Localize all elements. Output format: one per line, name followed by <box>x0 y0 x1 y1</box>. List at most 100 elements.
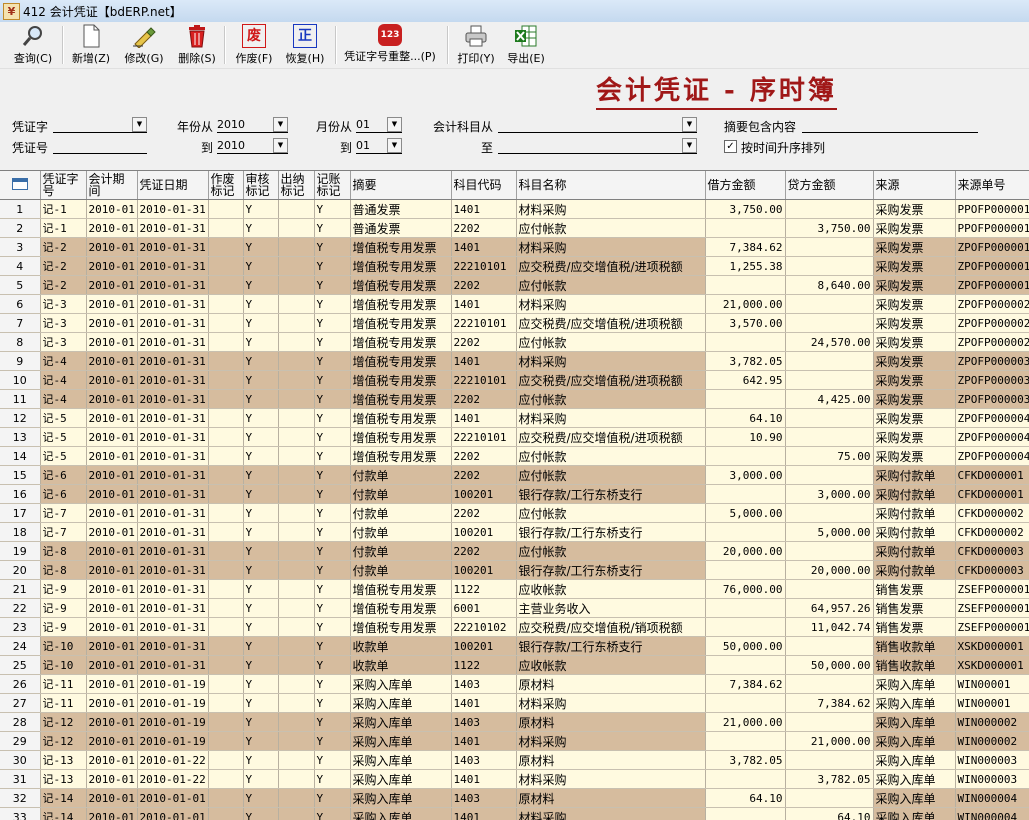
table-row[interactable]: 24记-102010-012010-01-31YY收款单100201银行存款/工… <box>0 637 1029 656</box>
table-row[interactable]: 22记-92010-012010-01-31YY增值税专用发票6001主营业务收… <box>0 599 1029 618</box>
col-header[interactable]: 会计期间 <box>86 171 137 200</box>
voucher-word-combo[interactable]: ▼ <box>53 117 147 133</box>
chevron-down-icon[interactable]: ▼ <box>132 117 147 132</box>
table-row[interactable]: 10记-42010-012010-01-31YY增值税专用发票22210101应… <box>0 371 1029 390</box>
month-from-combo[interactable]: 01 ▼ <box>356 117 402 133</box>
table-cell: Y <box>314 542 350 561</box>
table-row[interactable]: 8记-32010-012010-01-31YY增值税专用发票2202应付帐款24… <box>0 333 1029 352</box>
table-row[interactable]: 16记-62010-012010-01-31YY付款单100201银行存款/工行… <box>0 485 1029 504</box>
table-cell: 22210101 <box>451 257 516 276</box>
col-header[interactable]: 记账标记 <box>314 171 350 200</box>
col-header[interactable]: 凭证日期 <box>137 171 208 200</box>
table-cell: 1403 <box>451 751 516 770</box>
table-row[interactable]: 2记-12010-012010-01-31YY普通发票2202应付帐款3,750… <box>0 219 1029 238</box>
col-header[interactable]: 摘要 <box>350 171 451 200</box>
table-cell: 22210101 <box>451 314 516 333</box>
table-row[interactable]: 23记-92010-012010-01-31YY增值税专用发票22210102应… <box>0 618 1029 637</box>
table-cell: 4,425.00 <box>785 390 873 409</box>
table-row[interactable]: 11记-42010-012010-01-31YY增值税专用发票2202应付帐款4… <box>0 390 1029 409</box>
col-header[interactable]: 科目名称 <box>516 171 705 200</box>
renumber-button[interactable]: 123 凭证字号重整...(P) <box>340 24 440 66</box>
table-row[interactable]: 33记-142010-012010-01-01YY采购入库单1401材料采购64… <box>0 808 1029 820</box>
table-cell: 3,782.05 <box>785 770 873 789</box>
table-row[interactable]: 15记-62010-012010-01-31YY付款单2202应付帐款3,000… <box>0 466 1029 485</box>
table-row[interactable]: 27记-112010-012010-01-19YY采购入库单1401材料采购7,… <box>0 694 1029 713</box>
col-header[interactable]: 作废标记 <box>208 171 243 200</box>
export-button[interactable]: 导出(E) <box>503 24 549 66</box>
table-cell: Y <box>314 580 350 599</box>
col-header[interactable]: 出纳标记 <box>278 171 314 200</box>
table-cell: Y <box>243 694 278 713</box>
account-from-combo[interactable]: ▼ <box>498 117 697 133</box>
table-row[interactable]: 28记-122010-012010-01-19YY采购入库单1403原材料21,… <box>0 713 1029 732</box>
col-header[interactable]: 审核标记 <box>243 171 278 200</box>
table-cell: 2010-01 <box>86 409 137 428</box>
col-header[interactable]: 贷方金额 <box>785 171 873 200</box>
sort-ascending-checkbox[interactable]: ✓ <box>724 140 737 153</box>
print-button[interactable]: 打印(Y) <box>453 24 499 66</box>
table-cell: 采购发票 <box>873 238 955 257</box>
chevron-down-icon[interactable]: ▼ <box>682 138 697 153</box>
table-row[interactable]: 6记-32010-012010-01-31YY增值税专用发票1401材料采购21… <box>0 295 1029 314</box>
query-button[interactable]: 查询(C) <box>10 24 56 66</box>
table-row[interactable]: 21记-92010-012010-01-31YY增值税专用发票1122应收帐款7… <box>0 580 1029 599</box>
col-header[interactable]: 科目代码 <box>451 171 516 200</box>
table-cell: CFKD000001 <box>955 466 1029 485</box>
table-row[interactable]: 13记-52010-012010-01-31YY增值税专用发票22210101应… <box>0 428 1029 447</box>
table-cell: 11,042.74 <box>785 618 873 637</box>
edit-button[interactable]: 修改(G) <box>121 24 167 66</box>
table-row[interactable]: 5记-22010-012010-01-31YY增值税专用发票2202应付帐款8,… <box>0 276 1029 295</box>
table-cell: 3,750.00 <box>705 200 785 219</box>
year-to-combo[interactable]: 2010 ▼ <box>217 138 288 154</box>
table-row[interactable]: 19记-82010-012010-01-31YY付款单2202应付帐款20,00… <box>0 542 1029 561</box>
table-row[interactable]: 32记-142010-012010-01-01YY采购入库单1403原材料64.… <box>0 789 1029 808</box>
voucher-no-field[interactable] <box>53 139 147 154</box>
table-row[interactable]: 12记-52010-012010-01-31YY增值税专用发票1401材料采购6… <box>0 409 1029 428</box>
table-cell: 22210102 <box>451 618 516 637</box>
table-cell: Y <box>314 618 350 637</box>
table-cell: Y <box>314 732 350 751</box>
col-header[interactable]: 来源单号 <box>955 171 1029 200</box>
table-row[interactable]: 30记-132010-012010-01-22YY采购入库单1403原材料3,7… <box>0 751 1029 770</box>
col-header[interactable]: 来源 <box>873 171 955 200</box>
table-cell: 采购发票 <box>873 447 955 466</box>
table-row[interactable]: 29记-122010-012010-01-19YY采购入库单1401材料采购21… <box>0 732 1029 751</box>
table-cell: 增值税专用发票 <box>350 238 451 257</box>
table-cell: 采购发票 <box>873 371 955 390</box>
table-row[interactable]: 18记-72010-012010-01-31YY付款单100201银行存款/工行… <box>0 523 1029 542</box>
table-row[interactable]: 31记-132010-012010-01-22YY采购入库单1401材料采购3,… <box>0 770 1029 789</box>
table-row[interactable]: 7记-32010-012010-01-31YY增值税专用发票22210101应交… <box>0 314 1029 333</box>
month-to-combo[interactable]: 01 ▼ <box>356 138 402 154</box>
restore-button[interactable]: 正 恢复(H) <box>282 24 328 66</box>
table-cell: 20,000.00 <box>785 561 873 580</box>
table-row[interactable]: 26记-112010-012010-01-19YY采购入库单1403原材料7,3… <box>0 675 1029 694</box>
table-cell <box>278 789 314 808</box>
chevron-down-icon[interactable]: ▼ <box>273 138 288 153</box>
table-row[interactable]: 17记-72010-012010-01-31YY付款单2202应付帐款5,000… <box>0 504 1029 523</box>
account-to-combo[interactable]: ▼ <box>498 138 697 154</box>
table-row[interactable]: 20记-82010-012010-01-31YY付款单100201银行存款/工行… <box>0 561 1029 580</box>
table-row[interactable]: 25记-102010-012010-01-31YY收款单1122应收帐款50,0… <box>0 656 1029 675</box>
table-row[interactable]: 3记-22010-012010-01-31YY增值税专用发票1401材料采购7,… <box>0 238 1029 257</box>
table-row[interactable]: 14记-52010-012010-01-31YY增值税专用发票2202应付帐款7… <box>0 447 1029 466</box>
grid-corner[interactable] <box>0 171 40 200</box>
voucher-grid[interactable]: 凭证字号 会计期间 凭证日期 作废标记 审核标记 出纳标记 记账标记 摘要 科目… <box>0 170 1029 820</box>
table-cell: Y <box>243 504 278 523</box>
table-cell <box>208 789 243 808</box>
col-header[interactable]: 凭证字号 <box>40 171 86 200</box>
chevron-down-icon[interactable]: ▼ <box>273 117 288 132</box>
year-from-combo[interactable]: 2010 ▼ <box>217 117 288 133</box>
chevron-down-icon[interactable]: ▼ <box>387 117 402 132</box>
summary-contains-field[interactable] <box>802 118 978 133</box>
table-row[interactable]: 4记-22010-012010-01-31YY增值税专用发票22210101应交… <box>0 257 1029 276</box>
new-button[interactable]: 新增(Z) <box>68 24 114 66</box>
chevron-down-icon[interactable]: ▼ <box>682 117 697 132</box>
table-cell <box>705 219 785 238</box>
table-row[interactable]: 9记-42010-012010-01-31YY增值税专用发票1401材料采购3,… <box>0 352 1029 371</box>
delete-button[interactable]: 删除(S) <box>174 24 220 66</box>
table-row[interactable]: 1记-12010-012010-01-31YY普通发票1401材料采购3,750… <box>0 200 1029 219</box>
chevron-down-icon[interactable]: ▼ <box>387 138 402 153</box>
table-cell: CFKD000003 <box>955 542 1029 561</box>
col-header[interactable]: 借方金额 <box>705 171 785 200</box>
void-button[interactable]: 废 作废(F) <box>231 24 277 66</box>
